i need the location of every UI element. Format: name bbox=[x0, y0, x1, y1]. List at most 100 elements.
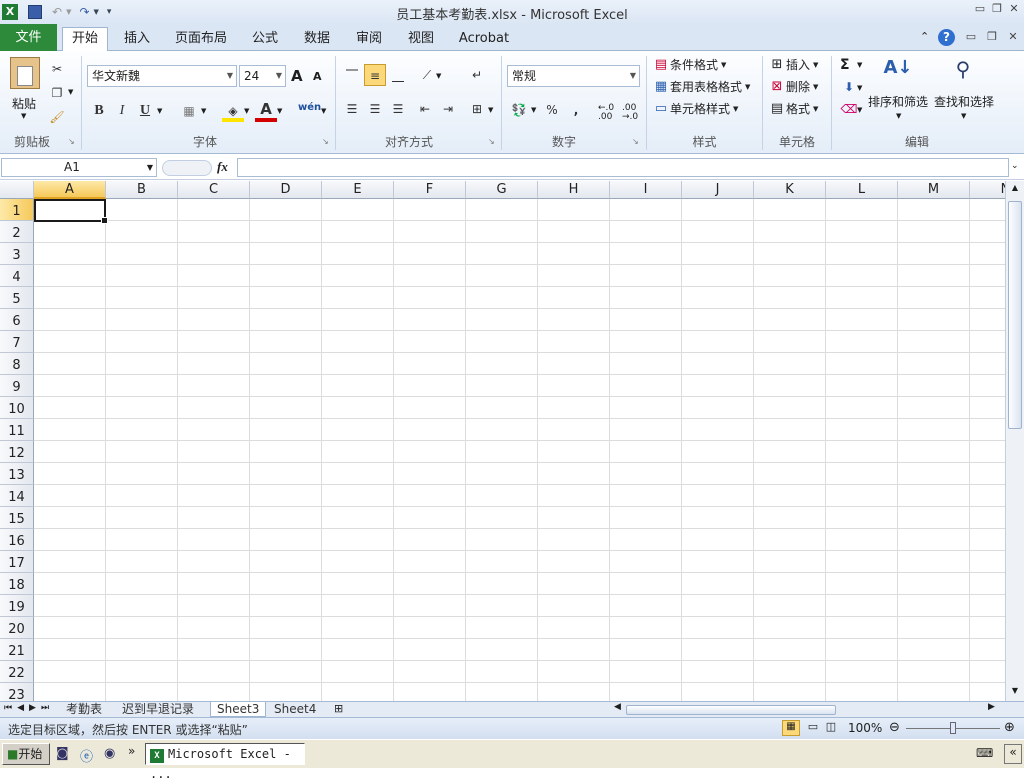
decrease-indent-icon[interactable]: ⇤ bbox=[414, 98, 436, 120]
column-header[interactable]: J bbox=[682, 181, 754, 199]
tab-review[interactable]: 审阅 bbox=[348, 28, 390, 51]
doc-restore-button[interactable]: ❐ bbox=[983, 30, 1001, 46]
zoom-level[interactable]: 100% bbox=[848, 721, 882, 735]
scroll-up-icon[interactable]: ▲ bbox=[1008, 183, 1022, 193]
underline-dropdown-icon[interactable]: ▼ bbox=[157, 107, 162, 115]
scroll-right-icon[interactable]: ▶ bbox=[988, 702, 995, 712]
copy-icon[interactable]: ❐ bbox=[46, 82, 68, 104]
restore-button[interactable]: ❐ bbox=[988, 2, 1006, 18]
row-header[interactable]: 7 bbox=[0, 331, 34, 353]
column-header[interactable]: D bbox=[250, 181, 322, 199]
cell-styles-button[interactable]: ▭ 单元格样式 ▼ bbox=[652, 100, 739, 117]
active-cell-a1[interactable] bbox=[34, 199, 108, 224]
delete-cells-button[interactable]: ⊠ 删除 ▼ bbox=[768, 78, 819, 95]
increase-decimal-button[interactable]: ←.0 .00 bbox=[598, 104, 618, 122]
ie-icon[interactable]: ⓔ bbox=[80, 746, 93, 765]
close-button[interactable]: ✕ bbox=[1005, 2, 1023, 18]
align-right-icon[interactable]: ☰ bbox=[387, 98, 409, 120]
row-header[interactable]: 9 bbox=[0, 375, 34, 397]
align-middle-icon[interactable]: ≡ bbox=[364, 64, 386, 86]
row-header[interactable]: 11 bbox=[0, 419, 34, 441]
horizontal-scroll-thumb[interactable] bbox=[626, 705, 836, 715]
tray-expand-icon[interactable]: « bbox=[1004, 744, 1022, 764]
sheet-nav-icons[interactable]: ⏮◀▶⏭ bbox=[4, 703, 54, 713]
sheet-tab-1[interactable]: 迟到早退记录 bbox=[116, 702, 200, 717]
row-header[interactable]: 21 bbox=[0, 639, 34, 661]
font-size-combo[interactable]: 24 ▼ bbox=[239, 65, 286, 87]
font-name-combo[interactable]: 华文新魏 ▼ bbox=[87, 65, 237, 87]
row-header[interactable]: 19 bbox=[0, 595, 34, 617]
sort-dropdown-icon[interactable]: ▼ bbox=[896, 112, 901, 120]
column-header[interactable]: N bbox=[970, 181, 1005, 199]
tab-home[interactable]: 开始 bbox=[62, 27, 108, 51]
column-header[interactable]: I bbox=[610, 181, 682, 199]
wrap-text-icon[interactable]: ↵ bbox=[466, 64, 488, 86]
grow-font-button[interactable]: A bbox=[291, 67, 303, 85]
tab-data[interactable]: 数据 bbox=[296, 28, 338, 51]
find-select-button[interactable]: 查找和选择 bbox=[934, 93, 994, 110]
paste-dropdown-icon[interactable]: ▼ bbox=[21, 112, 26, 120]
more-icon[interactable]: » bbox=[128, 744, 135, 758]
fill-dropdown-icon[interactable]: ▼ bbox=[857, 84, 862, 92]
format-cells-button[interactable]: ▤ 格式 ▼ bbox=[768, 100, 819, 117]
decrease-decimal-button[interactable]: .00 →.0 bbox=[622, 104, 642, 122]
fill-color-icon[interactable]: ◈ bbox=[222, 100, 244, 122]
column-header[interactable]: B bbox=[106, 181, 178, 199]
row-header[interactable]: 14 bbox=[0, 485, 34, 507]
number-launcher-icon[interactable]: ↘ bbox=[632, 137, 639, 146]
normal-view-icon[interactable]: ▦ bbox=[782, 720, 800, 736]
column-header[interactable]: F bbox=[394, 181, 466, 199]
insert-cells-button[interactable]: ⊞ 插入 ▼ bbox=[768, 56, 819, 73]
formula-input[interactable] bbox=[237, 158, 1009, 177]
clear-dropdown-icon[interactable]: ▼ bbox=[857, 106, 862, 114]
shrink-font-button[interactable]: A bbox=[313, 70, 322, 83]
row-header[interactable]: 15 bbox=[0, 507, 34, 529]
column-header[interactable]: L bbox=[826, 181, 898, 199]
align-top-icon[interactable]: ⎺ bbox=[341, 64, 363, 86]
row-header[interactable]: 13 bbox=[0, 463, 34, 485]
zoom-in-icon[interactable]: ⊕ bbox=[1004, 720, 1015, 735]
row-header[interactable]: 4 bbox=[0, 265, 34, 287]
tab-acrobat[interactable]: Acrobat bbox=[456, 28, 512, 51]
doc-minimize-button[interactable]: ▭ bbox=[962, 30, 980, 46]
cut-icon[interactable]: ✂ bbox=[46, 58, 68, 80]
page-layout-view-icon[interactable]: ▭ bbox=[804, 720, 822, 736]
column-header[interactable]: C bbox=[178, 181, 250, 199]
vertical-scroll-thumb[interactable] bbox=[1008, 201, 1022, 429]
zoom-slider-thumb[interactable] bbox=[950, 722, 956, 734]
row-header[interactable]: 3 bbox=[0, 243, 34, 265]
merge-dropdown-icon[interactable]: ▼ bbox=[488, 106, 493, 114]
autosum-dropdown-icon[interactable]: ▼ bbox=[857, 61, 862, 69]
row-header[interactable]: 20 bbox=[0, 617, 34, 639]
conditional-format-button[interactable]: ▤ 条件格式 ▼ bbox=[652, 56, 727, 73]
find-select-icon[interactable]: ⚲ bbox=[948, 57, 978, 89]
row-header[interactable]: 22 bbox=[0, 661, 34, 683]
formula-splitter[interactable] bbox=[162, 160, 212, 176]
phonetic-guide-button[interactable]: wén bbox=[298, 102, 321, 113]
ribbon-collapse-icon[interactable]: ⌃ bbox=[920, 30, 929, 43]
italic-button[interactable]: I bbox=[111, 100, 133, 122]
merge-center-icon[interactable]: ⊞ bbox=[466, 98, 488, 120]
media-icon[interactable]: ◉ bbox=[104, 746, 115, 761]
sort-filter-icon[interactable]: A↓ bbox=[880, 57, 916, 89]
sheet-tab-0[interactable]: 考勤表 bbox=[60, 702, 108, 717]
row-header[interactable]: 18 bbox=[0, 573, 34, 595]
doc-close-button[interactable]: ✕ bbox=[1004, 30, 1022, 46]
align-left-icon[interactable]: ☰ bbox=[341, 98, 363, 120]
paste-icon[interactable] bbox=[10, 57, 40, 89]
minimize-button[interactable]: ▭ bbox=[971, 2, 989, 18]
font-color-dropdown-icon[interactable]: ▼ bbox=[277, 107, 282, 115]
accounting-dropdown-icon[interactable]: ▼ bbox=[531, 106, 536, 114]
borders-icon[interactable]: ▦ bbox=[178, 100, 200, 122]
fill-color-dropdown-icon[interactable]: ▼ bbox=[244, 107, 249, 115]
comma-button[interactable]: , bbox=[565, 99, 587, 121]
column-header[interactable]: A bbox=[34, 181, 106, 199]
zoom-out-icon[interactable]: ⊖ bbox=[889, 720, 900, 735]
row-header[interactable]: 8 bbox=[0, 353, 34, 375]
insert-sheet-icon[interactable]: ⊞ bbox=[334, 702, 343, 715]
align-center-icon[interactable]: ☰ bbox=[364, 98, 386, 120]
bold-button[interactable]: B bbox=[88, 100, 110, 122]
row-header[interactable]: 12 bbox=[0, 441, 34, 463]
scroll-left-icon[interactable]: ◀ bbox=[614, 702, 621, 712]
row-header[interactable]: 23 bbox=[0, 683, 34, 701]
